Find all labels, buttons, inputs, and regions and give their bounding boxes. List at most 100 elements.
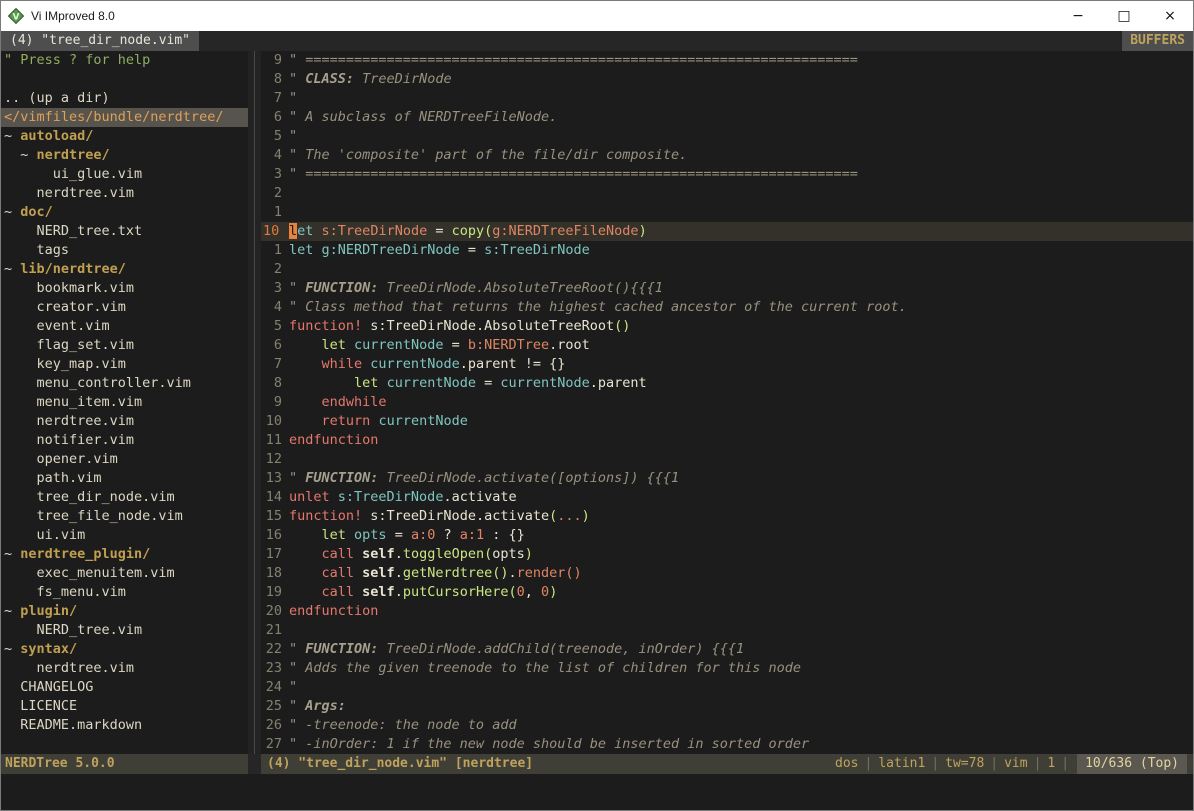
- code-token: [354, 584, 362, 600]
- tree-item[interactable]: ~ doc/: [1, 203, 248, 222]
- editor-line[interactable]: 5": [261, 127, 1193, 146]
- tree-item[interactable]: ~ lib/nerdtree/: [1, 260, 248, 279]
- tree-item[interactable]: nerdtree.vim: [1, 659, 248, 678]
- tree-item[interactable]: notifier.vim: [1, 431, 248, 450]
- editor-line[interactable]: 2: [261, 260, 1193, 279]
- tree-item[interactable]: creator.vim: [1, 298, 248, 317]
- line-number: 23: [261, 659, 289, 678]
- editor-line[interactable]: 7 while currentNode.parent != {}: [261, 355, 1193, 374]
- line-number: 6: [261, 108, 289, 127]
- tree-item-text: ~: [4, 261, 20, 277]
- editor-line[interactable]: 27" -inOrder: 1 if the new node should b…: [261, 735, 1193, 754]
- editor-line[interactable]: 23" Adds the given treenode to the list …: [261, 659, 1193, 678]
- editor-line[interactable]: 14unlet s:TreeDirNode.activate: [261, 488, 1193, 507]
- tree-item[interactable]: ~ plugin/: [1, 602, 248, 621]
- editor-line[interactable]: 13" FUNCTION: TreeDirNode.activate([opti…: [261, 469, 1193, 488]
- editor-line-current[interactable]: 10let s:TreeDirNode = copy(g:NERDTreeFil…: [261, 222, 1193, 241]
- editor-line[interactable]: 4" The 'composite' part of the file/dir …: [261, 146, 1193, 165]
- tree-item[interactable]: key_map.vim: [1, 355, 248, 374]
- editor-line[interactable]: 7": [261, 89, 1193, 108]
- editor-line[interactable]: 8 let currentNode = currentNode.parent: [261, 374, 1193, 393]
- vim-icon[interactable]: V: [1, 8, 31, 24]
- tree-item[interactable]: fs_menu.vim: [1, 583, 248, 602]
- line-code: let currentNode = currentNode.parent: [289, 374, 1193, 393]
- editor-line[interactable]: 6 let currentNode = b:NERDTree.root: [261, 336, 1193, 355]
- editor-line[interactable]: 10 return currentNode: [261, 412, 1193, 431]
- editor-line[interactable]: 26" -treenode: the node to add: [261, 716, 1193, 735]
- tree-item[interactable]: bookmark.vim: [1, 279, 248, 298]
- editor-line[interactable]: 12: [261, 450, 1193, 469]
- tree-item[interactable]: flag_set.vim: [1, 336, 248, 355]
- tree-item[interactable]: event.vim: [1, 317, 248, 336]
- tree-item[interactable]: ~ nerdtree_plugin/: [1, 545, 248, 564]
- editor-line[interactable]: 25" Args:: [261, 697, 1193, 716]
- code-token: (): [614, 318, 630, 334]
- code-token: while: [322, 356, 363, 372]
- tree-item[interactable]: path.vim: [1, 469, 248, 488]
- statusline-separator: |: [990, 756, 998, 771]
- editor-line[interactable]: 3" FUNCTION: TreeDirNode.AbsoluteTreeRoo…: [261, 279, 1193, 298]
- tree-item[interactable]: nerdtree.vim: [1, 412, 248, 431]
- tree-item[interactable]: [1, 70, 248, 89]
- tree-item[interactable]: ~ syntax/: [1, 640, 248, 659]
- editor-line[interactable]: 5function! s:TreeDirNode.AbsoluteTreeRoo…: [261, 317, 1193, 336]
- editor-line[interactable]: 20endfunction: [261, 602, 1193, 621]
- minimize-button[interactable]: −: [1055, 1, 1101, 31]
- editor-line[interactable]: 4" Class method that returns the highest…: [261, 298, 1193, 317]
- editor-line[interactable]: 16 let opts = a:0 ? a:1 : {}: [261, 526, 1193, 545]
- tree-item[interactable]: CHANGELOG: [1, 678, 248, 697]
- editor-line[interactable]: 6" A subclass of NERDTreeFileNode.: [261, 108, 1193, 127]
- tree-item[interactable]: " Press ? for help: [1, 51, 248, 70]
- editor-line[interactable]: 8" CLASS: TreeDirNode: [261, 70, 1193, 89]
- editor-line[interactable]: 3" =====================================…: [261, 165, 1193, 184]
- close-button[interactable]: ×: [1147, 1, 1193, 31]
- code-token: " -inOrder: 1 if the new node should be …: [289, 736, 809, 752]
- tab-tree-dir-node[interactable]: (4) "tree_dir_node.vim": [1, 31, 199, 51]
- tree-item[interactable]: tags: [1, 241, 248, 260]
- editor-line[interactable]: 2: [261, 184, 1193, 203]
- editor-line[interactable]: 11endfunction: [261, 431, 1193, 450]
- editor-line[interactable]: 21: [261, 621, 1193, 640]
- line-code: " -treenode: the node to add: [289, 716, 1193, 735]
- statusline-flag: vim: [1004, 756, 1027, 771]
- tree-item[interactable]: LICENCE: [1, 697, 248, 716]
- maximize-button[interactable]: □: [1101, 1, 1147, 31]
- code-token: unlet: [289, 489, 330, 505]
- editor-line[interactable]: 17 call self.toggleOpen(opts): [261, 545, 1193, 564]
- editor-line[interactable]: 1let g:NERDTreeDirNode = s:TreeDirNode: [261, 241, 1193, 260]
- tree-item[interactable]: menu_controller.vim: [1, 374, 248, 393]
- editor-line[interactable]: 24": [261, 678, 1193, 697]
- tree-item[interactable]: nerdtree.vim: [1, 184, 248, 203]
- tree-item[interactable]: .. (up a dir): [1, 89, 248, 108]
- code-token: ": [289, 128, 305, 144]
- editor-line[interactable]: 1: [261, 203, 1193, 222]
- tree-item[interactable]: README.markdown: [1, 716, 248, 735]
- tree-item[interactable]: ui_glue.vim: [1, 165, 248, 184]
- tree-item-text: ~: [4, 603, 20, 619]
- editor-line[interactable]: 19 call self.putCursorHere(0, 0): [261, 583, 1193, 602]
- tree-item-text: ~: [4, 128, 20, 144]
- line-code: while currentNode.parent != {}: [289, 355, 1193, 374]
- tree-item[interactable]: ~ autoload/: [1, 127, 248, 146]
- editor-line[interactable]: 9 endwhile: [261, 393, 1193, 412]
- tree-item[interactable]: ~ nerdtree/: [1, 146, 248, 165]
- tree-item[interactable]: NERD_tree.vim: [1, 621, 248, 640]
- tree-item-text: ~: [4, 546, 20, 562]
- tree-item[interactable]: opener.vim: [1, 450, 248, 469]
- editor-line[interactable]: 9" =====================================…: [261, 51, 1193, 70]
- tree-item[interactable]: NERD_tree.txt: [1, 222, 248, 241]
- tree-item[interactable]: menu_item.vim: [1, 393, 248, 412]
- window-split-separator[interactable]: [248, 51, 261, 754]
- tree-item-selected[interactable]: </vimfiles/bundle/nerdtree/: [1, 108, 248, 127]
- code-token: [289, 337, 322, 353]
- tree-item[interactable]: exec_menuitem.vim: [1, 564, 248, 583]
- tree-item[interactable]: ui.vim: [1, 526, 248, 545]
- code-token: s:TreeDirNode: [338, 489, 444, 505]
- editor-line[interactable]: 15function! s:TreeDirNode.activate(...): [261, 507, 1193, 526]
- code-token: call: [322, 565, 355, 581]
- command-line[interactable]: [1, 774, 1193, 810]
- editor-line[interactable]: 22" FUNCTION: TreeDirNode.addChild(treen…: [261, 640, 1193, 659]
- tree-item[interactable]: tree_file_node.vim: [1, 507, 248, 526]
- editor-line[interactable]: 18 call self.getNerdtree().render(): [261, 564, 1193, 583]
- tree-item[interactable]: tree_dir_node.vim: [1, 488, 248, 507]
